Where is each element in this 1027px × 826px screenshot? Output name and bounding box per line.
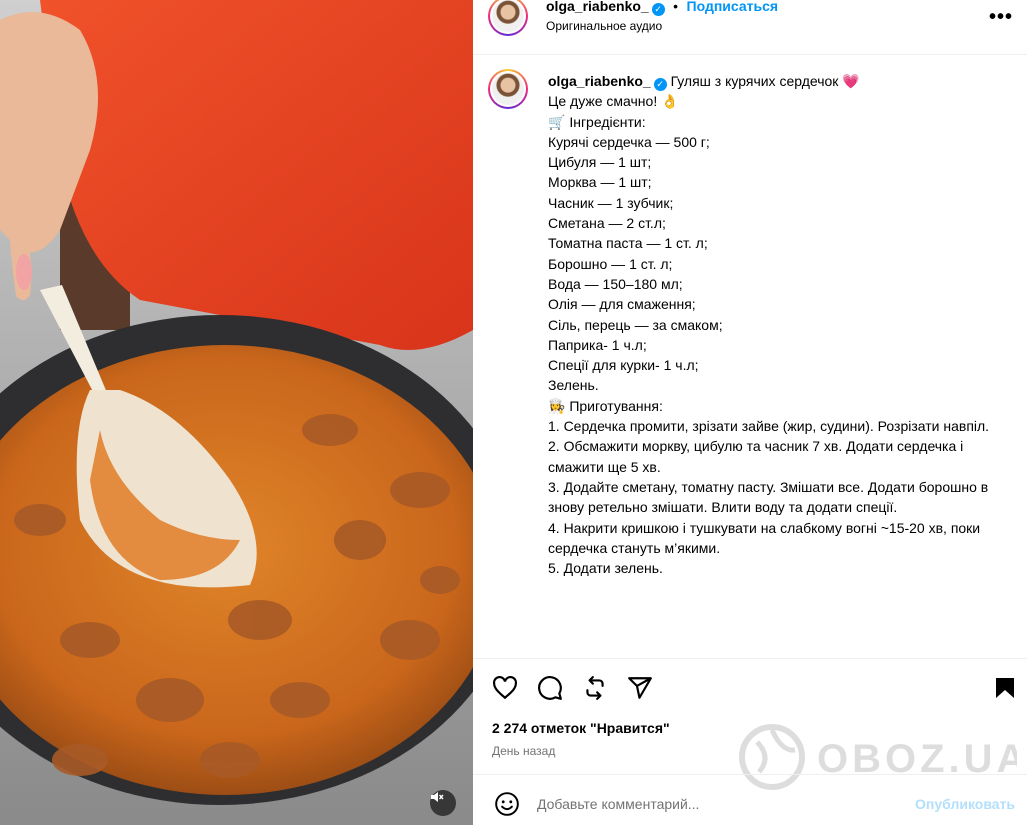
caption-scroll-area[interactable]: olga_riabenko_ ✓ Гуляш з курячих сердечок… [473,55,1027,658]
caption-title: Гуляш з курячих сердечок 💗 [670,73,860,89]
action-bar [473,658,1027,719]
verified-icon: ✓ [653,78,667,91]
caption-line: Олія — для смаження; [548,296,696,313]
caption-line: Вода — 150–180 мл; [548,275,683,292]
caption-title-row: olga_riabenko_ ✓ Гуляш з курячих сердечок… [548,71,1018,91]
header-user-row: olga_riabenko_ ✓ • Подписаться [546,0,778,16]
caption-line: Сіль, перець — за смаком; [548,316,723,333]
caption-line: 3. Додайте сметану, томатну пасту. Зміша… [548,478,993,516]
comment-input[interactable]: Добавьте комментарий... [537,796,699,812]
caption-line: Паприка- 1 ч.л; [548,336,647,353]
caption-line: 1. Сердечка промити, зрізати зайве (жир,… [548,418,990,435]
follow-button[interactable]: Подписаться [687,0,779,14]
emoji-icon[interactable] [494,791,520,817]
caption-line: Сметана — 2 ст.л; [548,215,666,232]
post-header: olga_riabenko_ ✓ • Подписаться Оригинальн… [473,0,1027,55]
caption-line: Спеції для курки- 1 ч.л; [548,357,699,374]
repost-icon[interactable] [582,675,608,701]
caption-line: Цибуля — 1 шт; [548,154,652,171]
separator-dot: • [673,0,679,14]
more-icon[interactable]: ••• [989,6,1013,29]
share-icon[interactable] [627,675,653,701]
comment-bar: Добавьте комментарий... Опубликовать [473,774,1027,826]
caption-line: 2. Обсмажити моркву, цибулю та часник 7 … [548,438,968,475]
caption-line: Це дуже смачно! 👌 [548,93,679,110]
caption-line: Морква — 1 шт; [548,174,652,191]
caption-line: 5. Додати зелень. [548,560,663,577]
post-comment-button[interactable]: Опубликовать [915,796,1015,812]
caption-line: Зелень. [548,377,599,394]
caption-line: 🛒 Інгредієнти: [548,113,646,130]
caption-line: Часник — 1 зубчик; [548,194,674,211]
header-username[interactable]: olga_riabenko_ [546,0,649,14]
comment-icon[interactable] [537,675,563,701]
post-time[interactable]: День назад [492,744,555,758]
caption-line: Борошно — 1 ст. л; [548,255,673,272]
caption-line: 👩‍🍳 Приготування: [548,397,663,414]
caption-username[interactable]: olga_riabenko_ [548,73,651,89]
likes-count[interactable]: 2 274 отметок "Нравится" [492,720,670,736]
caption: olga_riabenko_ ✓ Гуляш з курячих сердечок… [548,71,1018,578]
caption-line: 4. Накрити кришкою і тушкувати на слабко… [548,519,985,556]
like-icon[interactable] [492,675,518,701]
caption-line: Томатна паста — 1 ст. л; [548,235,708,252]
caption-line: Курячі сердечка — 500 г; [548,133,710,150]
video-frame-image [0,0,473,825]
avatar[interactable] [488,0,528,36]
save-icon[interactable] [993,675,1017,701]
verified-icon: ✓ [651,3,665,16]
audio-label[interactable]: Оригинальное аудио [546,19,662,33]
mute-button[interactable] [430,790,456,816]
speaker-muted-icon [431,792,444,802]
caption-avatar[interactable] [488,69,528,109]
post-panel: olga_riabenko_ ✓ • Подписаться Оригинальн… [473,0,1027,825]
video-player[interactable] [0,0,473,825]
